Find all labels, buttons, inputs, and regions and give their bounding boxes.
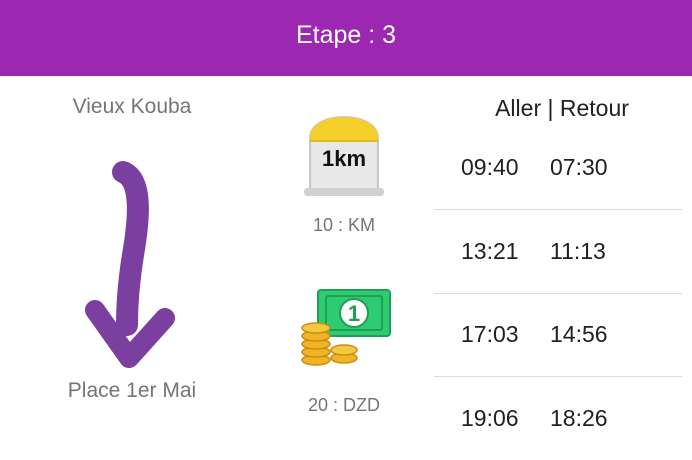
destination-label: Place 1er Mai xyxy=(67,379,197,402)
page-title: Etape : 3 xyxy=(295,20,397,49)
aller-time: 19:06 xyxy=(461,404,519,431)
retour-time: 11:13 xyxy=(550,238,606,264)
schedule-row: 17:03 14:56 xyxy=(434,293,682,377)
retour-time: 18:26 xyxy=(550,404,608,431)
retour-time: 14:56 xyxy=(550,321,608,347)
aller-time: 17:03 xyxy=(461,321,519,347)
aller-time: 09:40 xyxy=(461,154,519,180)
distance-label: 10 : KM xyxy=(312,215,376,235)
milestone-text: 1km xyxy=(322,146,366,171)
price-label: 20 : DZD xyxy=(307,395,381,415)
down-arrow-icon xyxy=(85,161,175,368)
schedule-row: 09:40 07:30 xyxy=(434,126,682,210)
milestone-icon: 1km xyxy=(304,116,384,196)
aller-time: 13:21 xyxy=(461,238,519,264)
origin-label: Vieux Kouba xyxy=(72,95,192,118)
retour-time: 07:30 xyxy=(550,154,608,180)
schedule-row: 19:06 18:26 xyxy=(434,376,682,460)
schedule-header: Aller | Retour xyxy=(495,95,629,121)
schedule-row: 13:21 11:13 xyxy=(434,210,682,294)
header-bar: Etape : 3 xyxy=(0,0,692,76)
money-digit: 1 xyxy=(348,301,360,326)
money-icon: 1 xyxy=(301,289,391,366)
